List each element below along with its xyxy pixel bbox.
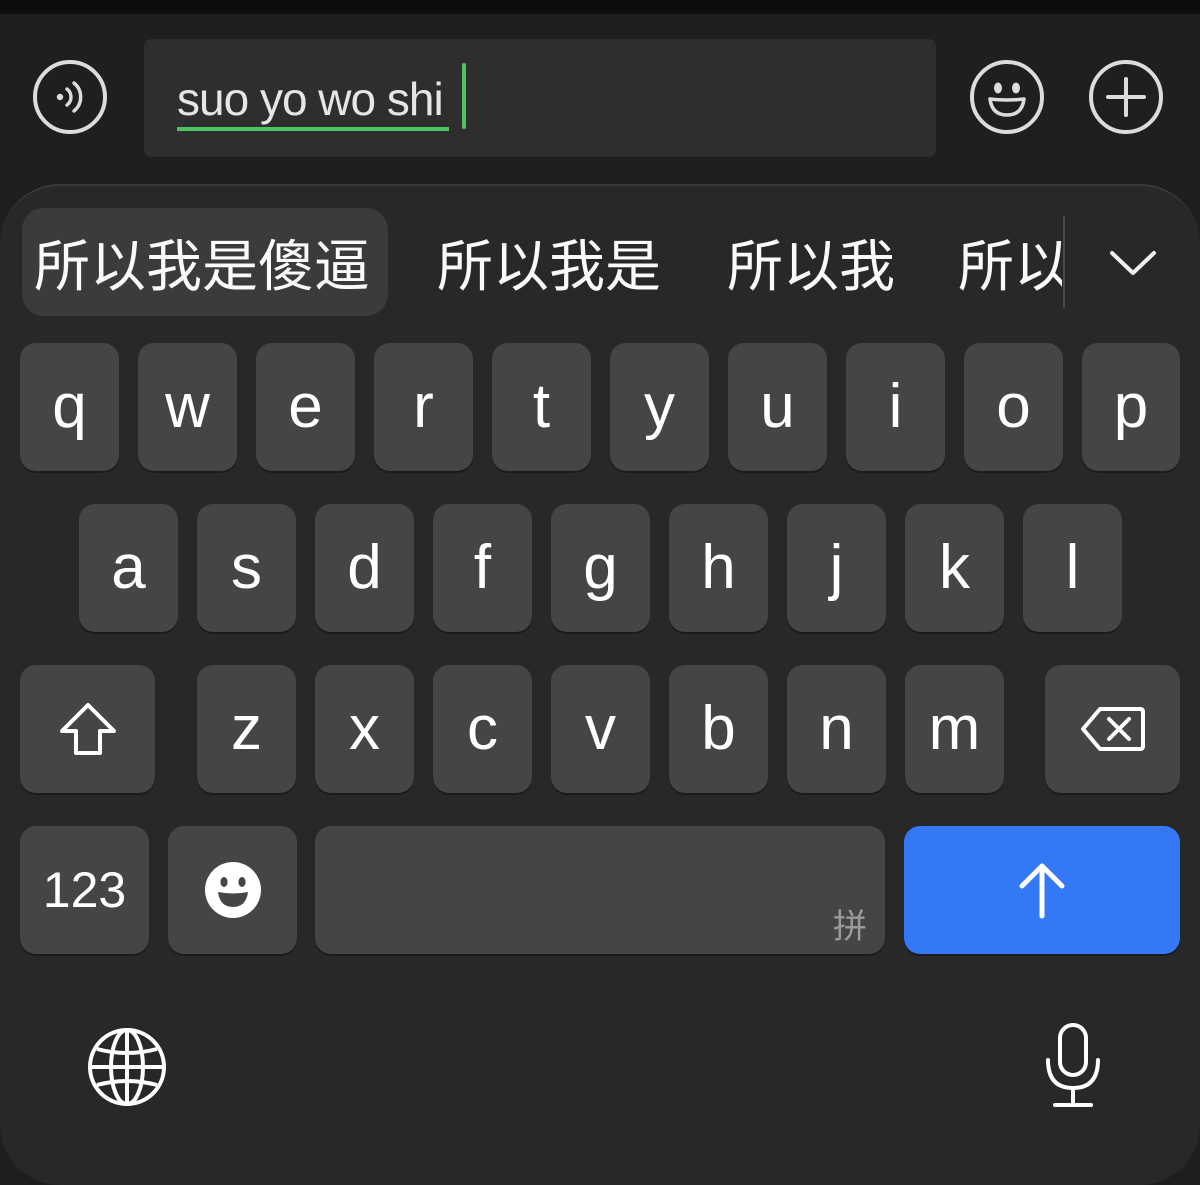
voice-input-button[interactable] — [33, 60, 107, 134]
key-label: s — [231, 533, 262, 602]
key-u[interactable]: u — [728, 343, 827, 471]
key-n[interactable]: n — [787, 665, 886, 793]
key-m[interactable]: m — [905, 665, 1004, 793]
numbers-key[interactable]: 123 — [20, 826, 149, 954]
key-label: q — [52, 372, 87, 441]
key-label: f — [473, 533, 492, 602]
composing-pinyin-text: suo yo wo shi — [177, 71, 449, 131]
key-r[interactable]: r — [374, 343, 473, 471]
key-g[interactable]: g — [551, 504, 650, 632]
key-i[interactable]: i — [846, 343, 945, 471]
chat-input-bar: suo yo wo shi — [0, 14, 1200, 184]
delete-key[interactable] — [1045, 665, 1180, 793]
key-label: k — [939, 533, 970, 602]
key-label: l — [1065, 533, 1080, 602]
dictation-button[interactable] — [1038, 1021, 1108, 1111]
globe-icon — [88, 1028, 166, 1106]
key-label: b — [701, 694, 736, 763]
key-c[interactable]: c — [433, 665, 532, 793]
emoji-face-icon — [204, 862, 261, 918]
key-v[interactable]: v — [551, 665, 650, 793]
candidate-item[interactable]: 所以我 — [727, 208, 895, 316]
key-label: a — [111, 533, 146, 602]
send-key[interactable] — [904, 826, 1180, 954]
shift-arrow-icon — [59, 703, 116, 755]
microphone-icon — [1046, 1023, 1100, 1107]
key-label: w — [165, 372, 210, 441]
key-label: p — [1113, 372, 1149, 441]
key-label: u — [760, 372, 795, 441]
space-key[interactable]: 拼 — [315, 826, 885, 954]
space-key-hint: 拼 — [833, 907, 867, 947]
key-q[interactable]: q — [20, 343, 119, 471]
key-w[interactable]: w — [138, 343, 237, 471]
key-label: j — [829, 533, 844, 602]
message-text-field[interactable]: suo yo wo shi — [144, 39, 936, 157]
key-k[interactable]: k — [905, 504, 1004, 632]
emoji-button[interactable] — [970, 60, 1044, 134]
key-t[interactable]: t — [492, 343, 591, 471]
key-s[interactable]: s — [197, 504, 296, 632]
keyboard: 所以我是傻逼 所以我是 所以我 所以 q w e r t y u i o p a… — [0, 184, 1200, 1185]
key-label: d — [347, 533, 382, 602]
key-y[interactable]: y — [610, 343, 709, 471]
key-label: v — [585, 694, 616, 763]
key-e[interactable]: e — [256, 343, 355, 471]
key-b[interactable]: b — [669, 665, 768, 793]
chevron-down-icon — [1110, 251, 1156, 275]
key-d[interactable]: d — [315, 504, 414, 632]
key-label: c — [467, 694, 498, 763]
candidate-bar: 所以我是傻逼 所以我是 所以我 所以 — [0, 208, 1200, 318]
numbers-key-label: 123 — [42, 862, 127, 918]
plus-icon — [1106, 77, 1146, 117]
voice-wave-icon — [56, 81, 83, 113]
key-l[interactable]: l — [1023, 504, 1122, 632]
key-a[interactable]: a — [79, 504, 178, 632]
key-label: z — [231, 694, 262, 763]
key-x[interactable]: x — [315, 665, 414, 793]
key-p[interactable]: p — [1082, 343, 1180, 471]
candidate-divider — [1063, 216, 1065, 308]
key-f[interactable]: f — [433, 504, 532, 632]
shift-key[interactable] — [20, 665, 155, 793]
up-arrow-icon — [1019, 863, 1065, 919]
key-label: y — [644, 372, 675, 441]
key-label: r — [413, 372, 434, 441]
emoji-key[interactable] — [168, 826, 297, 954]
switch-keyboard-button[interactable] — [86, 1026, 168, 1108]
key-label: x — [349, 694, 380, 763]
emoji-icon — [988, 82, 1026, 117]
key-label: g — [583, 533, 618, 602]
key-j[interactable]: j — [787, 504, 886, 632]
candidate-item[interactable]: 所以我是傻逼 — [22, 208, 388, 316]
key-z[interactable]: z — [197, 665, 296, 793]
candidate-item[interactable]: 所以我是 — [437, 208, 661, 316]
text-caret — [462, 63, 466, 129]
expand-candidates-button[interactable] — [1098, 236, 1168, 288]
status-strip — [0, 0, 1200, 14]
key-label: n — [819, 694, 854, 763]
key-label: h — [701, 533, 736, 602]
key-label: o — [996, 372, 1031, 441]
key-label: t — [532, 372, 551, 441]
key-label: e — [288, 372, 323, 441]
key-h[interactable]: h — [669, 504, 768, 632]
key-label: m — [928, 694, 981, 763]
key-label: i — [888, 372, 903, 441]
candidate-item[interactable]: 所以 — [958, 208, 1062, 316]
backspace-icon — [1080, 707, 1145, 751]
key-o[interactable]: o — [964, 343, 1063, 471]
add-attachment-button[interactable] — [1089, 60, 1163, 134]
